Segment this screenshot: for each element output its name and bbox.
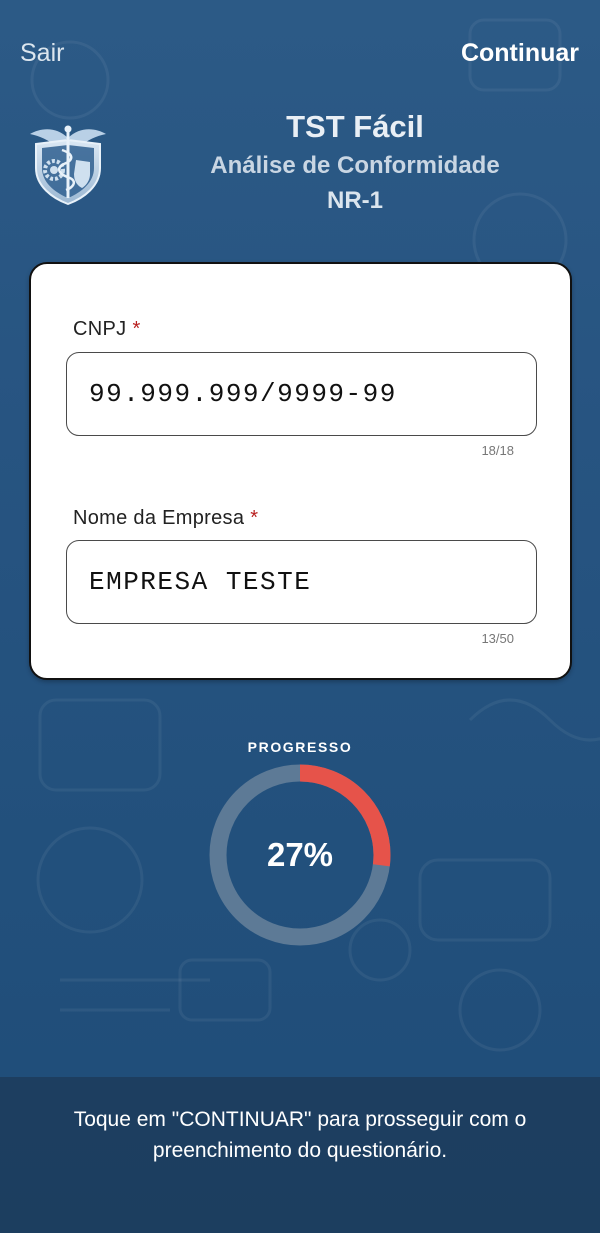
exit-button[interactable]: Sair [20, 36, 64, 70]
required-mark: * [132, 318, 141, 340]
company-form-card: CNPJ * 99.999.999/9999-99 18/18 Nome da E… [29, 262, 572, 680]
company-name-char-counter: 13/50 [481, 631, 514, 646]
app-title: TST Fácil [286, 109, 424, 144]
progress-percentage: 27% [266, 836, 334, 873]
app-norm-label: NR-1 [326, 187, 383, 214]
progress-label: PROGRESSO [247, 739, 353, 755]
cnpj-char-counter: 18/18 [481, 443, 514, 458]
cnpj-label-text: CNPJ [73, 318, 127, 340]
top-bar: Sair Continuar [0, 36, 600, 72]
caduceus-shield-logo-icon [30, 125, 106, 206]
footer-instructions: Toque em "CONTINUAR" para prosseguir com… [0, 1077, 600, 1233]
cnpj-label: CNPJ * [73, 318, 141, 341]
company-name-label-text: Nome da Empresa [73, 507, 245, 529]
required-mark: * [250, 507, 259, 529]
company-name-label: Nome da Empresa * [73, 507, 258, 530]
company-name-input[interactable]: EMPRESA TESTE [66, 540, 537, 624]
cnpj-input[interactable]: 99.999.999/9999-99 [66, 352, 537, 436]
footer-text: Toque em "CONTINUAR" para prosseguir com… [73, 1108, 527, 1162]
continue-button[interactable]: Continuar [461, 36, 579, 70]
app-subtitle: Análise de Conformidade [210, 152, 500, 179]
